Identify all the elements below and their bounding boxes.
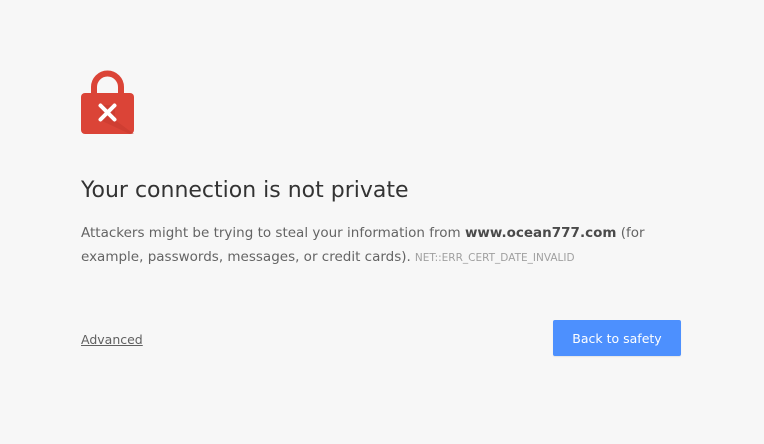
error-code: NET::ERR_CERT_DATE_INVALID (414, 252, 575, 264)
interstitial-page: Your connection is not private Attackers… (0, 0, 764, 444)
lock-with-x-icon (81, 70, 134, 134)
advanced-link[interactable]: Advanced (81, 331, 143, 349)
message-prefix: Attackers might be trying to steal your … (81, 225, 465, 241)
page-title: Your connection is not private (81, 178, 409, 203)
error-description: Attackers might be trying to steal your … (81, 221, 681, 270)
back-to-safety-button[interactable]: Back to safety (553, 320, 681, 356)
site-domain: www.ocean777.com (464, 225, 617, 241)
